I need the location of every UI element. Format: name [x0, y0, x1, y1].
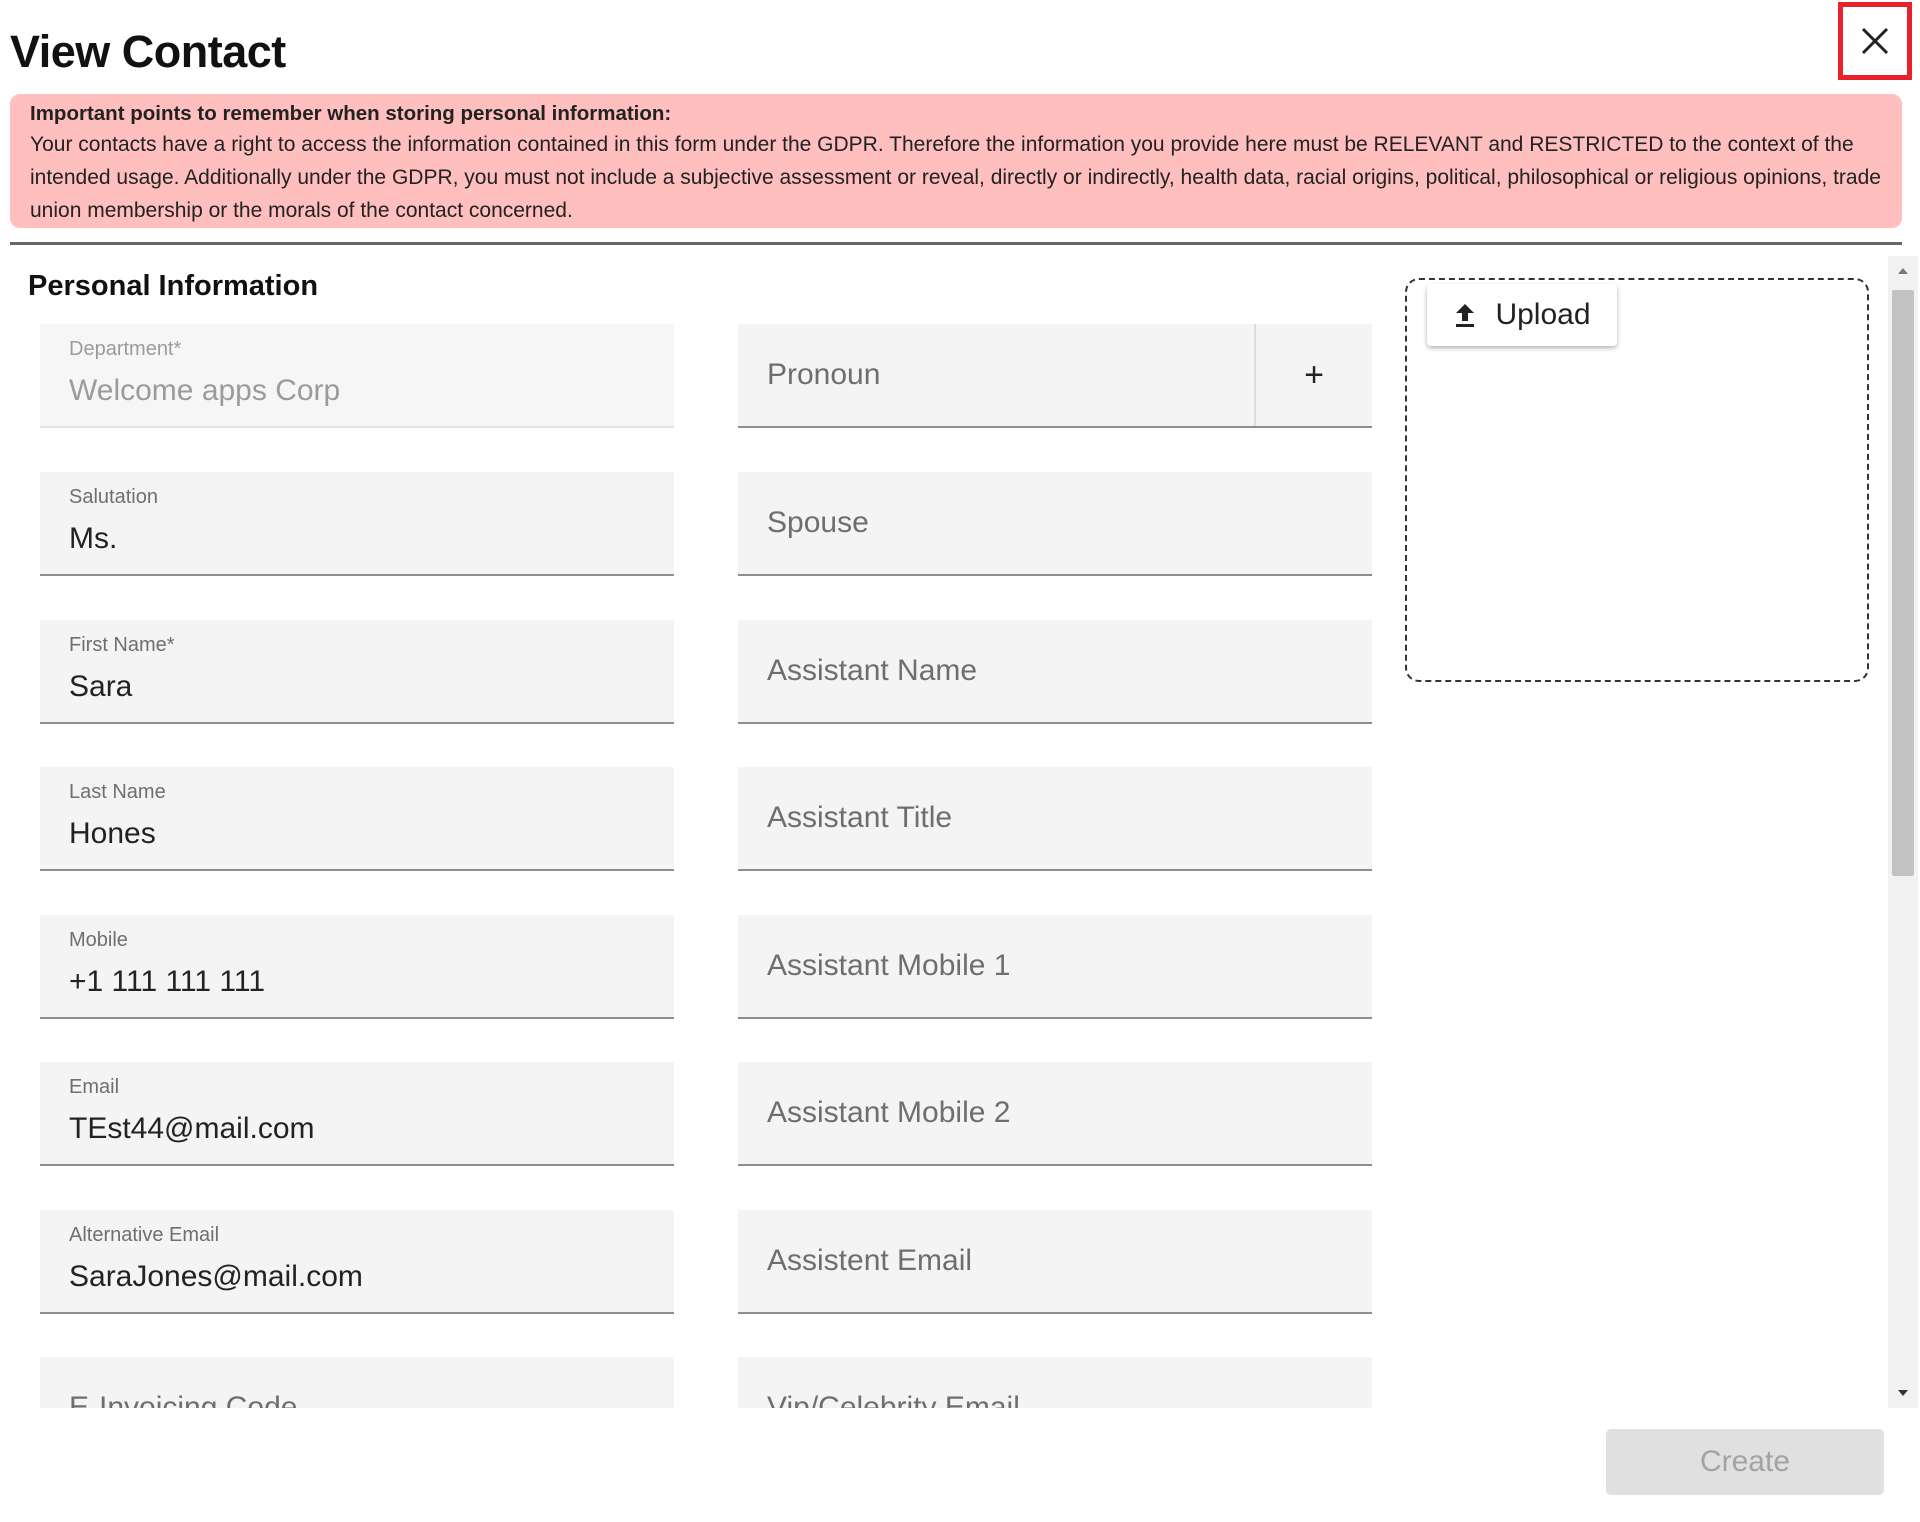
assistant-mobile-2-field[interactable]: Assistant Mobile 2 — [738, 1062, 1372, 1166]
email-field[interactable]: Email TEst44@mail.com — [40, 1062, 674, 1166]
field-placeholder: Spouse — [767, 506, 869, 539]
gdpr-notice-title: Important points to remember when storin… — [30, 102, 672, 125]
last-name-field[interactable]: Last Name Hones — [40, 767, 674, 871]
field-value: Welcome apps Corp — [69, 374, 341, 407]
field-placeholder: Assistant Mobile 2 — [767, 1096, 1011, 1129]
header-divider — [10, 242, 1902, 245]
field-placeholder: Assistent Email — [767, 1244, 973, 1277]
assistant-email-field[interactable]: Assistent Email — [738, 1210, 1372, 1314]
department-field: Department* Welcome apps Corp — [40, 324, 674, 428]
scroll-thumb[interactable] — [1892, 290, 1914, 876]
photo-dropzone[interactable]: Upload — [1405, 278, 1869, 682]
mobile-field[interactable]: Mobile +1 111 111 111 — [40, 915, 674, 1019]
field-placeholder: Pronoun — [767, 358, 881, 391]
assistant-mobile-1-field[interactable]: Assistant Mobile 1 — [738, 915, 1372, 1019]
field-value: Ms. — [69, 522, 118, 555]
dialog-title: View Contact — [10, 26, 286, 77]
field-label: Mobile — [69, 929, 128, 951]
field-value: TEst44@mail.com — [69, 1112, 315, 1145]
field-label: Salutation — [69, 486, 158, 508]
upload-label: Upload — [1495, 298, 1591, 331]
field-placeholder: Assistant Title — [767, 801, 953, 834]
field-placeholder: Vip/Celebrity Email — [767, 1391, 1020, 1408]
field-placeholder: E-Invoicing Code — [69, 1391, 298, 1408]
alternative-email-field[interactable]: Alternative Email SaraJones@mail.com — [40, 1210, 674, 1314]
gdpr-notice: Important points to remember when storin… — [10, 94, 1902, 228]
view-contact-dialog: View Contact Important points to remembe… — [0, 0, 1920, 1522]
close-button[interactable] — [1838, 2, 1912, 80]
scrollbar[interactable] — [1888, 256, 1918, 1408]
field-label: First Name* — [69, 634, 175, 656]
form-scroll-area[interactable]: Personal Information Department* Welcome… — [0, 246, 1890, 1408]
add-pronoun-button[interactable]: + — [1254, 324, 1372, 426]
scroll-down-arrow-icon[interactable] — [1888, 1382, 1918, 1404]
first-name-field[interactable]: First Name* Sara — [40, 620, 674, 724]
upload-icon — [1456, 304, 1475, 327]
field-label: Alternative Email — [69, 1224, 220, 1246]
field-placeholder: Assistant Mobile 1 — [767, 949, 1011, 982]
field-value: SaraJones@mail.com — [69, 1260, 363, 1293]
salutation-field[interactable]: Salutation Ms. — [40, 472, 674, 576]
close-icon — [1861, 27, 1889, 55]
section-title: Personal Information — [28, 270, 319, 302]
field-placeholder: Assistant Name — [767, 654, 978, 687]
spouse-field[interactable]: Spouse — [738, 472, 1372, 576]
field-label: Department* — [69, 338, 182, 360]
upload-button[interactable]: Upload — [1427, 284, 1617, 346]
vip-celebrity-email-field[interactable]: Vip/Celebrity Email — [738, 1357, 1372, 1408]
scroll-up-arrow-icon[interactable] — [1888, 260, 1918, 282]
field-value: Sara — [69, 670, 133, 703]
create-button[interactable]: Create — [1606, 1429, 1884, 1495]
field-value: Hones — [69, 817, 156, 850]
e-invoicing-code-field[interactable]: E-Invoicing Code — [40, 1357, 674, 1408]
pronoun-field[interactable]: Pronoun + — [738, 324, 1372, 428]
assistant-name-field[interactable]: Assistant Name — [738, 620, 1372, 724]
field-value: +1 111 111 111 — [69, 965, 266, 998]
field-label: Email — [69, 1076, 120, 1098]
gdpr-notice-body: Your contacts have a right to access the… — [30, 133, 1881, 222]
field-label: Last Name — [69, 781, 166, 803]
assistant-title-field[interactable]: Assistant Title — [738, 767, 1372, 871]
